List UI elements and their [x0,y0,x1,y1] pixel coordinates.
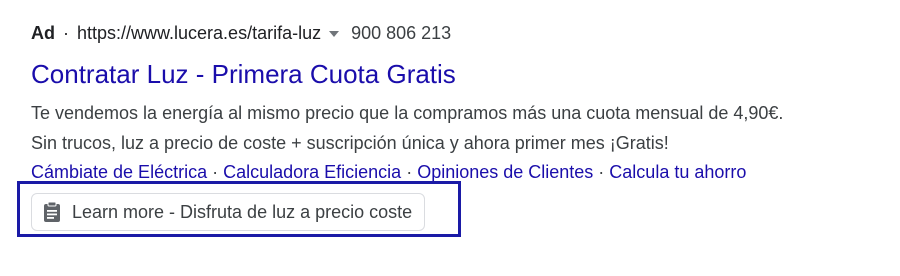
ad-title-link[interactable]: Contratar Luz - Primera Cuota Gratis [31,58,871,90]
search-ad: Ad · https://www.lucera.es/tarifa-luz 90… [31,18,871,186]
sitelink-cambiate-electrica[interactable]: Cámbiate de Eléctrica [31,162,207,182]
clipboard-icon [42,201,62,223]
sitelink-calculadora-eficiencia[interactable]: Calculadora Eficiencia [223,162,401,182]
ad-description-line-2: Sin trucos, luz a precio de coste + susc… [31,133,669,153]
sitelink-calcula-ahorro[interactable]: Calcula tu ahorro [609,162,746,182]
ad-phone-number[interactable]: 900 806 213 [351,23,451,44]
ad-badge: Ad [31,22,55,43]
learn-more-label: Learn more - Disfruta de luz a precio co… [72,201,413,222]
sitelink-separator: · [598,162,605,182]
learn-more-button[interactable]: Learn more - Disfruta de luz a precio co… [31,193,426,231]
caret-down-icon[interactable] [329,31,340,37]
ad-url-line: Ad · https://www.lucera.es/tarifa-luz 90… [31,18,871,48]
ad-description-line-1: Te vendemos la energía al mismo precio q… [31,103,784,123]
ad-display-url[interactable]: https://www.lucera.es/tarifa-luz [77,23,321,44]
sitelink-separator: · [212,162,219,182]
ad-description: Te vendemos la energía al mismo precio q… [31,98,871,158]
sitelink-opiniones-clientes[interactable]: Opiniones de Clientes [417,162,593,182]
sitelink-separator: · [406,162,413,182]
ad-separator: · [63,22,69,43]
